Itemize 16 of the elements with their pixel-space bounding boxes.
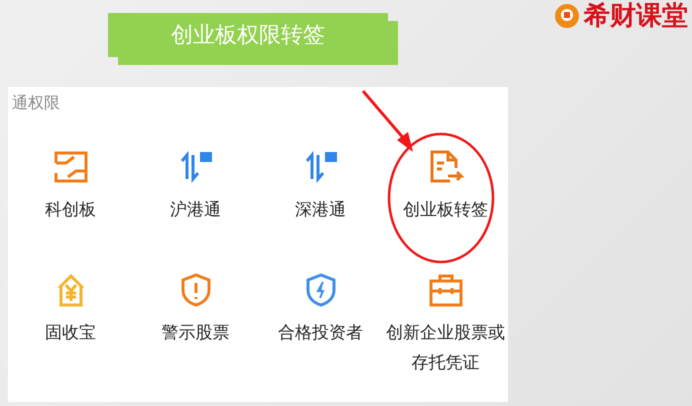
feature-label[interactable]: 深港通 (259, 195, 382, 225)
pointer-arrow (362, 90, 413, 152)
feature-label[interactable]: 固收宝 (9, 318, 132, 348)
feature-label[interactable]: 沪港通 (134, 195, 257, 225)
feature-label[interactable]: 科创板 (9, 195, 132, 225)
logo-icon (554, 3, 580, 30)
document-arrow-icon[interactable] (428, 149, 464, 185)
feature-label[interactable]: 创新企业股票或存托凭证 (384, 318, 507, 378)
feature-label[interactable]: 创业板转签 (384, 195, 507, 225)
section-header: 通权限 (11, 92, 61, 114)
title-banner: 创业板权限转签 (108, 13, 388, 57)
briefcase-icon[interactable] (428, 272, 464, 308)
feature-label[interactable]: 合格投资者 (259, 318, 382, 348)
board-icon[interactable] (52, 149, 88, 185)
feature-label[interactable]: 警示股票 (134, 318, 257, 348)
logo-text: 希财课堂 (584, 2, 688, 31)
